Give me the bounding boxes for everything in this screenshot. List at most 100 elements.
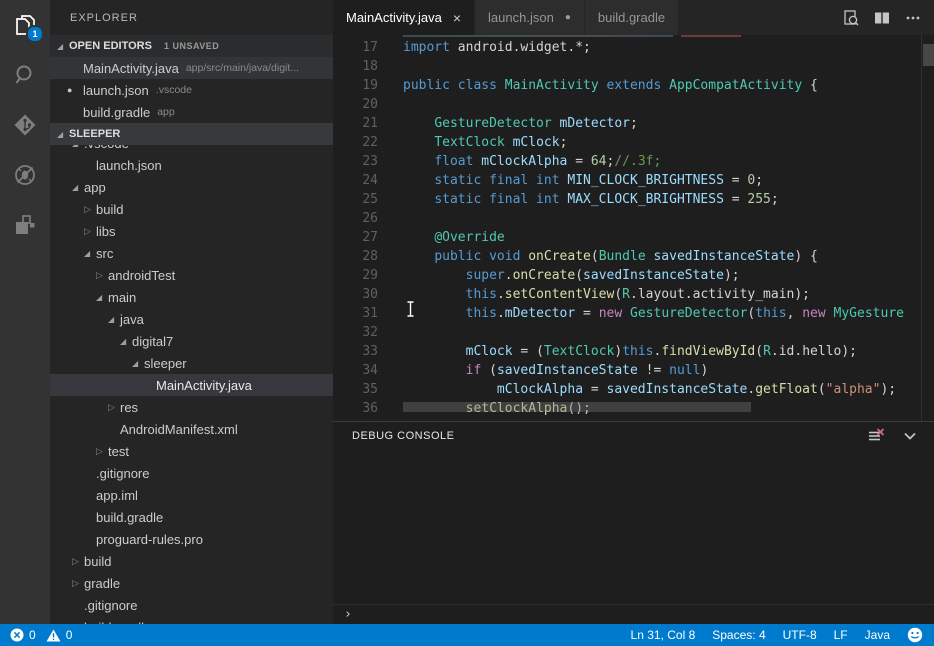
status-language-mode[interactable]: Java: [865, 628, 890, 642]
code-line-34[interactable]: 34 if (savedInstanceState != null): [333, 361, 934, 380]
code-line-32[interactable]: 32: [333, 323, 934, 342]
line-number[interactable]: 29: [333, 268, 378, 283]
code-token: );: [724, 268, 740, 283]
line-number[interactable]: 33: [333, 344, 378, 359]
code-line-27[interactable]: 27 @Override: [333, 228, 934, 247]
line-number[interactable]: 30: [333, 287, 378, 302]
chevron-down-icon[interactable]: [901, 427, 919, 445]
horizontal-scrollbar[interactable]: [403, 402, 751, 412]
tree-item-digital7[interactable]: ◢digital7: [50, 330, 333, 352]
tree-item-androidtest[interactable]: ▷androidTest: [50, 264, 333, 286]
tree-item-sleeper[interactable]: ◢sleeper: [50, 352, 333, 374]
tab-launch-json[interactable]: launch.json●: [475, 0, 584, 35]
tree-item-proguard-rules-pro[interactable]: proguard-rules.pro: [50, 528, 333, 550]
line-number[interactable]: 20: [333, 97, 378, 112]
tree-item--gitignore[interactable]: .gitignore: [50, 594, 333, 616]
tab-build-gradle[interactable]: build.gradle: [585, 0, 678, 35]
code-line-24[interactable]: 24 static final int MIN_CLOCK_BRIGHTNESS…: [333, 171, 934, 190]
tree-item-test[interactable]: ▷test: [50, 440, 333, 462]
line-number[interactable]: 24: [333, 173, 378, 188]
status-encoding[interactable]: UTF-8: [783, 628, 817, 642]
tree-item-src[interactable]: ◢src: [50, 242, 333, 264]
line-number[interactable]: 18: [333, 59, 378, 74]
collapsed-twistie-icon: ▷: [96, 270, 108, 281]
tree-item-mainactivity-java[interactable]: MainActivity.java: [50, 374, 333, 396]
code-line-19[interactable]: 19public class MainActivity extends AppC…: [333, 76, 934, 95]
code-line-29[interactable]: 29 super.onCreate(savedInstanceState);: [333, 266, 934, 285]
activity-bar-item-source-control[interactable]: [0, 100, 50, 150]
vertical-scrollbar-thumb[interactable]: [923, 44, 934, 66]
open-preview-icon[interactable]: [840, 7, 862, 29]
code-line-31[interactable]: 31 this.mDetector = new GestureDetector(…: [333, 304, 934, 323]
code-line-17[interactable]: 17import android.widget.*;: [333, 38, 934, 57]
code-line-23[interactable]: 23 float mClockAlpha = 64;//.3f;: [333, 152, 934, 171]
workspace-section-header[interactable]: ◢ SLEEPER: [50, 123, 333, 145]
tree-item-app-iml[interactable]: app.iml: [50, 484, 333, 506]
line-number[interactable]: 26: [333, 211, 378, 226]
line-number[interactable]: 17: [333, 40, 378, 55]
code-line-26[interactable]: 26: [333, 209, 934, 228]
tree-item-java[interactable]: ◢java: [50, 308, 333, 330]
line-content: this.mDetector = new GestureDetector(thi…: [378, 306, 904, 321]
tree-item-build[interactable]: ▷build: [50, 198, 333, 220]
line-number[interactable]: 28: [333, 249, 378, 264]
activity-bar-item-search[interactable]: [0, 50, 50, 100]
code-line-25[interactable]: 25 static final int MAX_CLOCK_BRIGHTNESS…: [333, 190, 934, 209]
tree-item-res[interactable]: ▷res: [50, 396, 333, 418]
error-icon: [10, 628, 24, 642]
line-number[interactable]: 22: [333, 135, 378, 150]
debug-console-input[interactable]: ›: [333, 604, 934, 624]
code-line-30[interactable]: 30 this.setContentView(R.layout.activity…: [333, 285, 934, 304]
activity-bar-item-debug[interactable]: [0, 150, 50, 200]
line-number[interactable]: 36: [333, 401, 378, 416]
tree-item-build-gradle[interactable]: build.gradle: [50, 506, 333, 528]
code-line-21[interactable]: 21 GestureDetector mDetector;: [333, 114, 934, 133]
tree-item-build-gradle[interactable]: build.gradle: [50, 616, 333, 624]
line-number[interactable]: 31: [333, 306, 378, 321]
code-line-28[interactable]: 28 public void onCreate(Bundle savedInst…: [333, 247, 934, 266]
status-eol[interactable]: LF: [834, 628, 848, 642]
line-number[interactable]: 19: [333, 78, 378, 93]
feedback-smiley-icon[interactable]: [907, 627, 923, 643]
code-line-18[interactable]: 18: [333, 57, 934, 76]
open-editor-launch.json[interactable]: ●launch.json.vscode: [50, 79, 333, 101]
tree-item-gradle[interactable]: ▷gradle: [50, 572, 333, 594]
line-number[interactable]: 23: [333, 154, 378, 169]
status-cursor-position[interactable]: Ln 31, Col 8: [631, 628, 696, 642]
activity-bar-item-explorer[interactable]: 1: [0, 0, 50, 50]
split-editor-icon[interactable]: [871, 7, 893, 29]
status-indentation[interactable]: Spaces: 4: [712, 628, 765, 642]
status-bar: 00 Ln 31, Col 8 Spaces: 4 UTF-8 LF Java: [0, 624, 934, 646]
activity-bar-item-extensions[interactable]: [0, 200, 50, 250]
more-actions-icon[interactable]: [902, 7, 924, 29]
line-number[interactable]: 27: [333, 230, 378, 245]
tree-item-androidmanifest-xml[interactable]: AndroidManifest.xml: [50, 418, 333, 440]
tree-item-main[interactable]: ◢main: [50, 286, 333, 308]
line-number[interactable]: 35: [333, 382, 378, 397]
code-line-33[interactable]: 33 mClock = (TextClock)this.findViewById…: [333, 342, 934, 361]
tree-item-launch-json[interactable]: launch.json: [50, 154, 333, 176]
open-editors-header[interactable]: ◢ OPEN EDITORS 1 UNSAVED: [50, 35, 333, 57]
tree-item-app[interactable]: ◢app: [50, 176, 333, 198]
tree-item-label: digital7: [132, 334, 173, 349]
line-number[interactable]: 32: [333, 325, 378, 340]
clear-console-icon[interactable]: [867, 427, 885, 445]
code-line-20[interactable]: 20: [333, 95, 934, 114]
code-line-35[interactable]: 35 mClockAlpha = savedInstanceState.getF…: [333, 380, 934, 399]
code-token: {: [802, 78, 818, 93]
line-number[interactable]: 34: [333, 363, 378, 378]
open-editor-MainActivity.java[interactable]: MainActivity.javaapp/src/main/java/digit…: [50, 57, 333, 79]
open-editor-build.gradle[interactable]: build.gradleapp: [50, 101, 333, 123]
problems-status[interactable]: 00: [0, 628, 77, 642]
tree-item--gitignore[interactable]: .gitignore: [50, 462, 333, 484]
code-line-22[interactable]: 22 TextClock mClock;: [333, 133, 934, 152]
close-icon[interactable]: ×: [453, 11, 461, 25]
line-number[interactable]: 21: [333, 116, 378, 131]
line-number[interactable]: 25: [333, 192, 378, 207]
tree-item-libs[interactable]: ▷libs: [50, 220, 333, 242]
tab-mainactivity-java[interactable]: MainActivity.java×: [333, 0, 474, 35]
code-token: GestureDetector: [434, 116, 551, 131]
code-editor[interactable]: 17import android.widget.*; 18 19public cla…: [333, 35, 934, 421]
vertical-scrollbar-track[interactable]: [921, 35, 934, 421]
tree-item-build[interactable]: ▷build: [50, 550, 333, 572]
